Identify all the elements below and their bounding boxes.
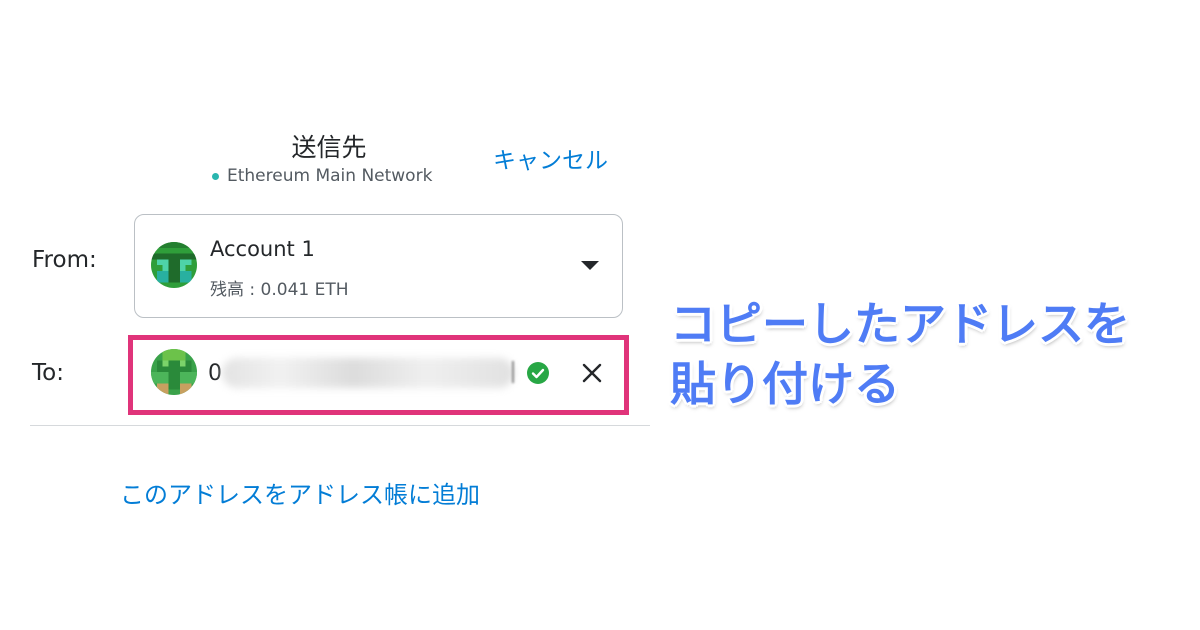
valid-address-check-icon	[527, 362, 549, 384]
from-account-selector[interactable]	[134, 214, 623, 318]
to-label: To:	[32, 360, 64, 386]
from-label: From:	[32, 247, 97, 273]
add-to-address-book-link[interactable]: このアドレスをアドレス帳に追加	[120, 475, 480, 510]
redacted-address-blur	[222, 358, 514, 388]
chevron-down-icon[interactable]	[581, 261, 599, 270]
instruction-annotation: コピーしたアドレスを 貼り付ける	[670, 294, 1130, 414]
close-icon[interactable]	[580, 361, 604, 385]
cancel-button[interactable]: キャンセル	[493, 141, 608, 175]
account-avatar-icon	[151, 242, 197, 288]
account-balance: 残高 : 0.041 ETH	[210, 280, 349, 300]
annotation-line-2: 貼り付ける	[670, 357, 900, 411]
address-blur-edge	[512, 361, 514, 383]
network-name: Ethereum Main Network	[227, 166, 433, 186]
network-status-dot-icon	[212, 172, 219, 180]
page-title: 送信先	[291, 133, 367, 162]
network-indicator: Ethereum Main Network	[212, 166, 432, 186]
divider	[30, 425, 650, 426]
account-name: Account 1	[210, 237, 315, 261]
recipient-avatar-icon	[151, 349, 197, 395]
annotation-line-1: コピーしたアドレスを	[670, 297, 1130, 351]
